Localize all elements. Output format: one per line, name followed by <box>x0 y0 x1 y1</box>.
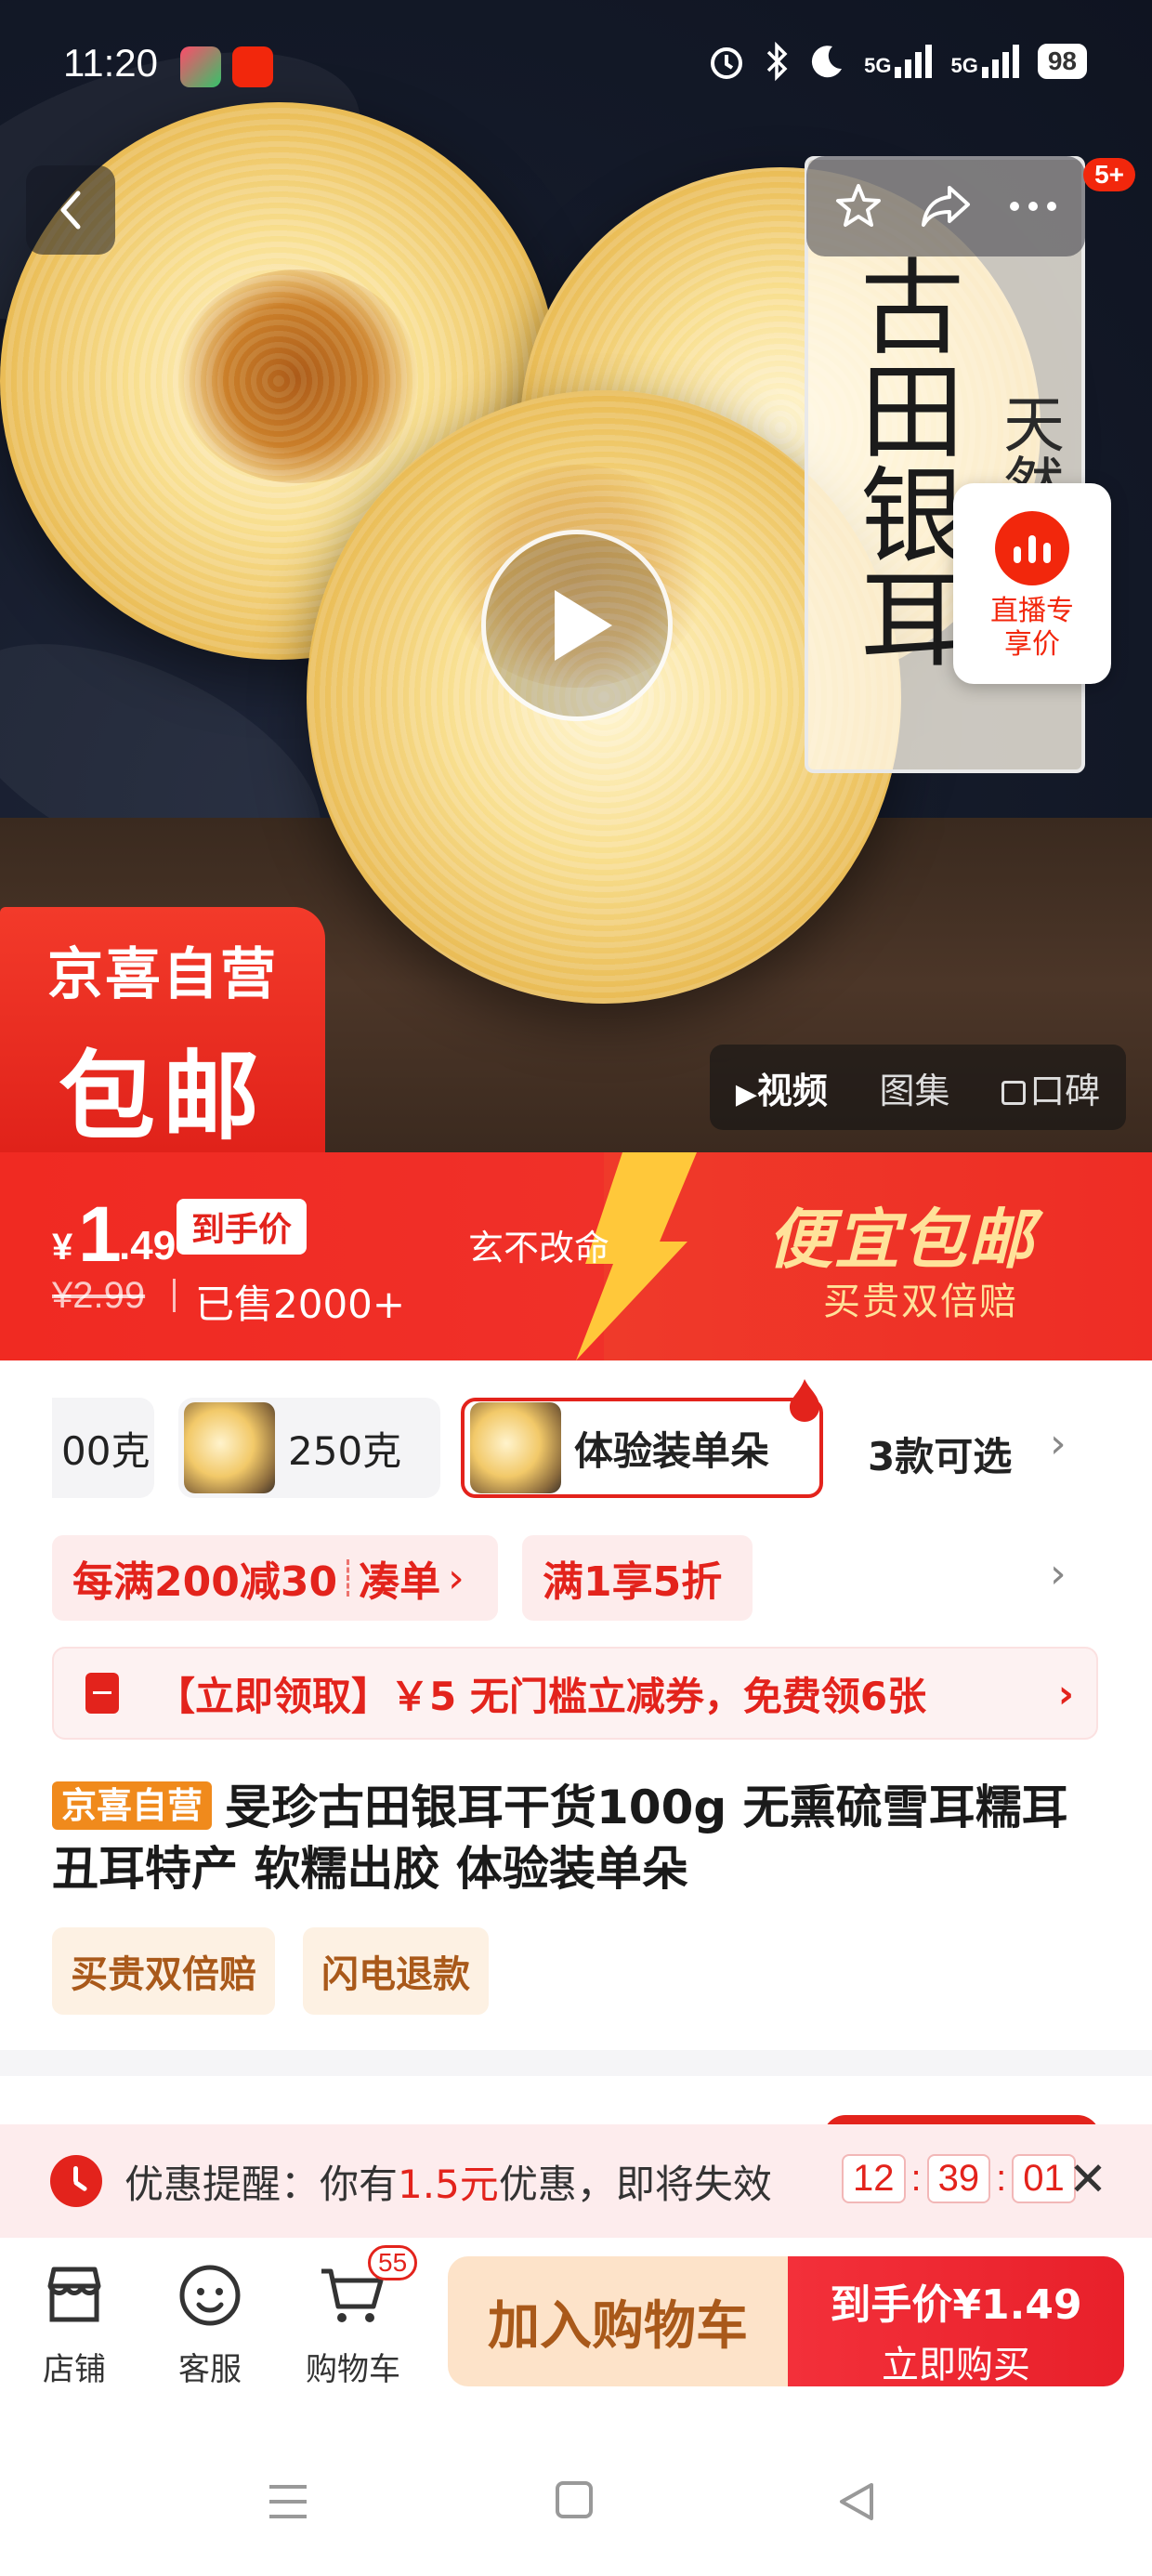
alarm-icon <box>711 47 743 79</box>
original-price: ¥2.99 <box>52 1275 146 1316</box>
service-tag: 闪电退款 <box>303 1927 489 2015</box>
back-nav-icon[interactable] <box>836 2479 877 2524</box>
sku-option[interactable]: 00克 <box>52 1398 154 1498</box>
price-currency: ¥ <box>52 1227 73 1268</box>
chevron-right-icon[interactable]: › <box>1050 1420 1067 1467</box>
store-button[interactable]: 店铺 <box>9 2258 139 2389</box>
price-tag: 到手价 <box>177 1199 308 1255</box>
battery-indicator: 98 <box>1037 44 1087 79</box>
promo-tags: 每满200减30 凑单 › 满1享5折 › <box>0 1535 1152 1621</box>
coupon-bar[interactable]: 【立即领取】￥5 无门槛立减券，免费领6张 › <box>52 1647 1098 1740</box>
share-icon[interactable] <box>918 180 974 232</box>
price-banner: ¥ 1 .49 到手价 ¥2.99 已售2000+ 玄不改命 便宜包邮 买贵双倍… <box>0 1152 1152 1360</box>
moon-icon <box>812 46 843 78</box>
more-icon[interactable] <box>1007 199 1059 214</box>
clock-icon <box>50 2155 102 2207</box>
buy-price-label: 到手价¥1.49 <box>830 2281 1082 2329</box>
timer-seconds: 01 <box>1012 2154 1076 2203</box>
live-price-card[interactable]: 直播专享价 <box>953 483 1111 684</box>
bottom-action-bar: 店铺 客服 55 购物车 加入购物车 到手价¥1.49 立即购买 <box>0 2238 1152 2405</box>
product-title: 京喜自营 旻珍古田银耳干货100g 无熏硫雪耳糯耳丑耳特产 软糯出胶 体验装单朵 <box>52 1777 1111 1899</box>
store-label: 店铺 <box>43 2351 106 2388</box>
sku-label: 体验装单朵 <box>574 1427 770 1474</box>
price-decimal: .49 <box>119 1223 177 1268</box>
bluetooth-icon <box>766 41 788 82</box>
service-label: 客服 <box>178 2351 242 2388</box>
section-divider <box>0 2050 1152 2076</box>
sku-option[interactable]: 250克 <box>178 1398 440 1498</box>
back-icon <box>60 191 81 230</box>
reminder-text: 优惠提醒：你有1.5元优惠，即将失效 <box>124 2161 772 2207</box>
promo-discount-tag[interactable]: 满1享5折 <box>522 1535 753 1621</box>
tab-gallery[interactable]: 图集 <box>880 1062 950 1113</box>
sku-option-selected[interactable]: 体验装单朵 <box>461 1379 823 1498</box>
banner-title: 便宜包邮 <box>767 1202 1035 1278</box>
status-bar: 11:20 5G 5G 98 <box>0 0 1152 139</box>
self-operated-badge: 京喜自营 <box>52 1781 213 1830</box>
tab-reviews[interactable]: 口碑 <box>1001 1062 1100 1113</box>
sku-thumbnail <box>470 1402 561 1493</box>
price-integer: 1 <box>78 1190 122 1278</box>
add-to-cart-button[interactable]: 加入购物车 <box>448 2256 788 2386</box>
star-icon[interactable] <box>832 180 884 232</box>
chevron-right-icon: › <box>1057 1670 1074 1716</box>
buy-now-label: 立即购买 <box>882 2344 1030 2386</box>
notification-badge: 5+ <box>1083 158 1135 191</box>
back-button[interactable] <box>26 165 115 255</box>
add-on-link[interactable]: 凑单 <box>359 1548 440 1608</box>
discount-reminder: 优惠提醒：你有1.5元优惠，即将失效 12: 39: 01 ✕ <box>0 2124 1152 2238</box>
divider <box>173 1279 176 1312</box>
app-notification-icon <box>232 46 273 87</box>
sku-thumbnail <box>184 1402 275 1493</box>
sold-count: 已售2000+ <box>195 1281 406 1327</box>
cart-count-badge: 55 <box>368 2245 418 2280</box>
play-icon <box>555 590 612 661</box>
live-icon <box>995 511 1069 585</box>
sku-selector: 00克 250克 体验装单朵 3款可选 › <box>0 1379 1152 1505</box>
countdown-timer: 12: 39: 01 <box>842 2154 1076 2203</box>
cart-label: 购物车 <box>306 2351 400 2388</box>
live-price-label: 直播专享价 <box>990 595 1074 661</box>
media-tabs: ▶视频 图集 口碑 <box>710 1045 1126 1130</box>
app-notification-icon <box>180 46 221 87</box>
sku-more-options[interactable]: 3款可选 <box>868 1426 1012 1482</box>
buy-now-button[interactable]: 到手价¥1.49 立即购买 <box>788 2256 1124 2386</box>
promo-threshold-tag[interactable]: 每满200减30 凑单 › <box>52 1535 498 1621</box>
timer-minutes: 39 <box>926 2154 991 2203</box>
sku-label: 00克 <box>61 1427 151 1474</box>
top-action-bar <box>806 156 1085 256</box>
tab-video[interactable]: ▶视频 <box>736 1062 828 1113</box>
promo-self-operated: 京喜自营 <box>47 942 278 1007</box>
product-hero-image[interactable]: 古田银耳 天然无硫 11:20 5G 5G 98 5+ 直播专享价 京喜自营 包… <box>0 0 1152 1152</box>
signal-icon: 5G <box>864 45 933 78</box>
status-time: 11:20 <box>63 41 158 85</box>
sku-label: 250克 <box>288 1427 402 1474</box>
signal-icon: 5G <box>950 45 1019 78</box>
timer-hours: 12 <box>842 2154 906 2203</box>
banner-slogan: 玄不改命 <box>468 1228 610 1268</box>
service-tag: 买贵双倍赔 <box>52 1927 275 2015</box>
label-brand-text: 古田银耳 <box>843 253 963 669</box>
menu-nav-icon[interactable] <box>266 2479 310 2524</box>
free-shipping-badge: 京喜自营 包邮 <box>0 907 325 1152</box>
coupon-icon <box>85 1673 119 1714</box>
chevron-right-icon[interactable]: › <box>1050 1550 1067 1597</box>
home-nav-icon[interactable] <box>554 2479 595 2520</box>
promo-free-shipping: 包邮 <box>58 1040 267 1152</box>
customer-service-button[interactable]: 客服 <box>145 2258 275 2389</box>
service-tags: 买贵双倍赔 闪电退款 <box>52 1927 489 2015</box>
play-video-button[interactable] <box>481 530 673 721</box>
service-icon <box>179 2265 241 2326</box>
cart-button[interactable]: 55 购物车 <box>288 2245 418 2389</box>
coupon-text: 【立即领取】￥5 无门槛立减券，免费领6张 <box>156 1673 927 1719</box>
banner-subtitle: 买贵双倍赔 <box>823 1281 1018 1323</box>
close-icon[interactable]: ✕ <box>1068 2152 1107 2206</box>
hot-flame-icon <box>790 1379 819 1422</box>
store-icon <box>47 2267 101 2322</box>
system-navigation-bar <box>0 2405 1152 2576</box>
